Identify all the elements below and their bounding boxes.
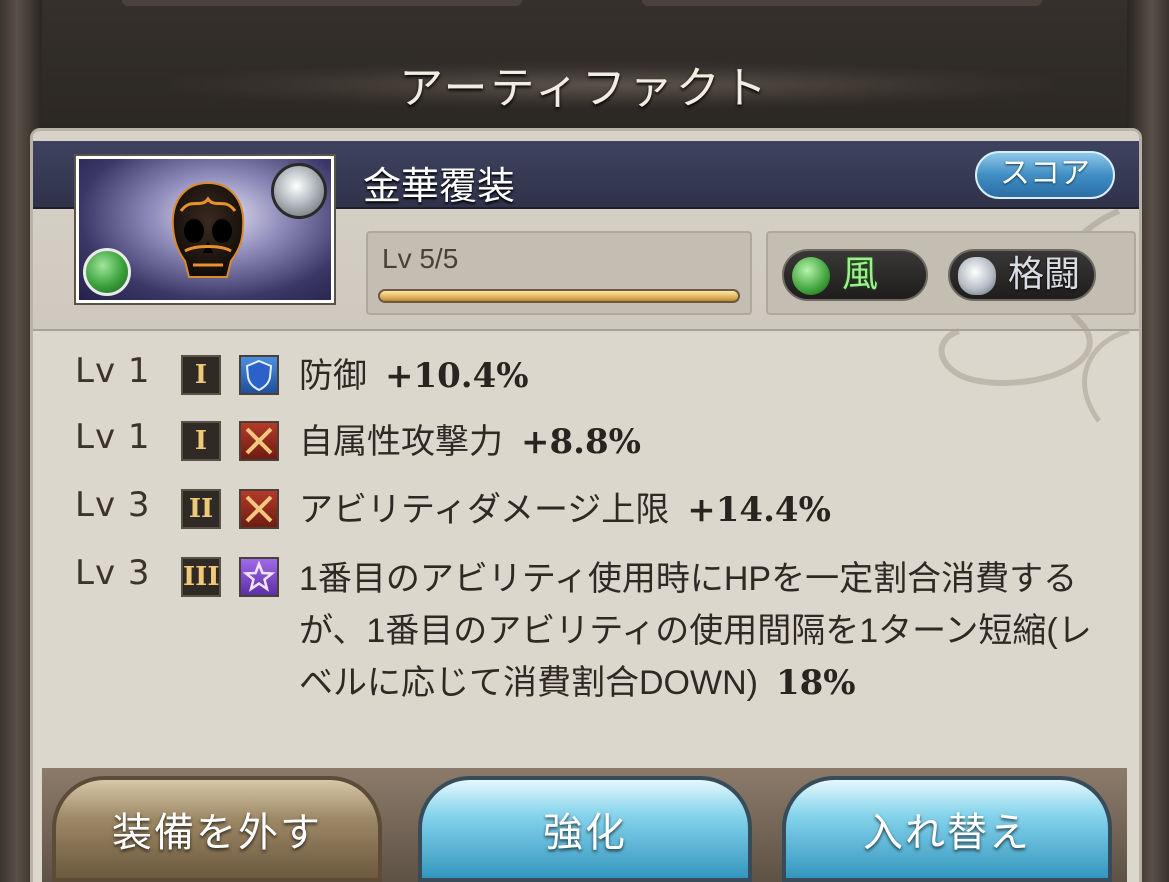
- attribute-tags: 風 格闘: [766, 231, 1136, 315]
- swap-label: 入れ替え: [863, 811, 1031, 855]
- level-text: Lv 5/5: [382, 243, 459, 274]
- level-box: Lv 5/5: [366, 231, 752, 315]
- header: アーティファクト: [42, 0, 1127, 130]
- wind-icon: [792, 257, 830, 295]
- skill-name: 防御: [299, 357, 367, 395]
- skill-level: Lv 3: [75, 553, 151, 593]
- skill-value: 18%: [775, 663, 856, 703]
- unequip-button[interactable]: 装備を外す: [52, 776, 382, 882]
- skill-text: 自属性攻撃力 +8.8%: [299, 417, 1099, 467]
- element-label: 風: [842, 253, 879, 294]
- top-tab-right: [642, 0, 1042, 6]
- upgrade-button[interactable]: 強化: [418, 776, 752, 882]
- flourish-ornament: [938, 208, 1130, 423]
- score-button[interactable]: スコア: [975, 151, 1115, 199]
- level-bar: [378, 289, 740, 303]
- page-title: アーティファクト: [399, 64, 770, 113]
- crossed-swords-icon: [239, 421, 279, 461]
- divider: [33, 329, 1139, 331]
- tier-badge: I: [181, 421, 221, 461]
- fist-icon: [271, 163, 327, 219]
- artifact-image[interactable]: [74, 154, 336, 305]
- unequip-label: 装備を外す: [112, 811, 322, 855]
- tier-badge: II: [181, 489, 221, 529]
- skill-text: アビリティダメージ上限 +14.4%: [299, 485, 1099, 535]
- top-tab-left: [122, 0, 522, 6]
- artifact-name: 金華覆装: [363, 166, 516, 208]
- weapon-tag: 格闘: [948, 249, 1096, 301]
- skill-value: +8.8%: [521, 422, 641, 462]
- fist-icon: [958, 257, 996, 295]
- skill-text: 防御 +10.4%: [299, 351, 1099, 401]
- star-icon: [239, 557, 279, 597]
- skill-level: Lv 1: [75, 351, 151, 391]
- crossed-swords-icon: [239, 489, 279, 529]
- skill-text: 1番目のアビリティ使用時にHPを一定割合消費するが、1番目のアビリティの使用間隔…: [299, 553, 1099, 709]
- weapon-label: 格闘: [1008, 253, 1081, 294]
- skill-name: 自属性攻撃力: [299, 423, 503, 461]
- skill-value: +14.4%: [687, 490, 831, 530]
- skill-value: +10.4%: [385, 356, 529, 396]
- skill-level: Lv 1: [75, 417, 151, 457]
- shield-icon: [239, 355, 279, 395]
- wind-icon: [83, 248, 131, 296]
- element-tag: 風: [782, 249, 928, 301]
- tier-badge: III: [181, 557, 221, 597]
- skull-mask-icon: [171, 181, 245, 278]
- upgrade-label: 強化: [543, 811, 627, 855]
- skill-level: Lv 3: [75, 485, 151, 525]
- level-bar-fill: [380, 291, 738, 301]
- skill-name: 1番目のアビリティ使用時にHPを一定割合消費するが、1番目のアビリティの使用間隔…: [299, 560, 1092, 702]
- swap-button[interactable]: 入れ替え: [782, 776, 1112, 882]
- tier-badge: I: [181, 355, 221, 395]
- skill-name: アビリティダメージ上限: [299, 491, 670, 529]
